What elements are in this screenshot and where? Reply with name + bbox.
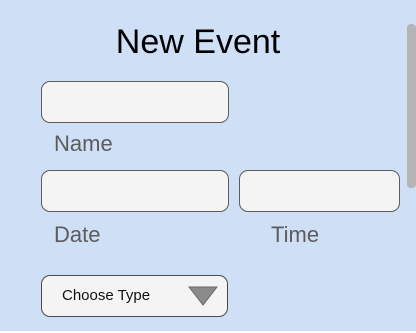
caret-down-icon (188, 286, 218, 306)
type-select[interactable]: Choose Type (41, 275, 228, 317)
date-label: Date (54, 222, 101, 247)
time-input[interactable] (239, 170, 400, 212)
name-input[interactable] (41, 81, 229, 123)
name-label: Name (54, 131, 113, 156)
scrollbar-thumb[interactable] (407, 24, 416, 188)
type-select-value: Choose Type (62, 287, 151, 304)
page-title: New Event (115, 23, 281, 61)
date-input[interactable] (41, 170, 229, 212)
new-event-panel: New Event Name Date Time Choose Type (0, 0, 416, 333)
time-label: Time (271, 222, 320, 247)
